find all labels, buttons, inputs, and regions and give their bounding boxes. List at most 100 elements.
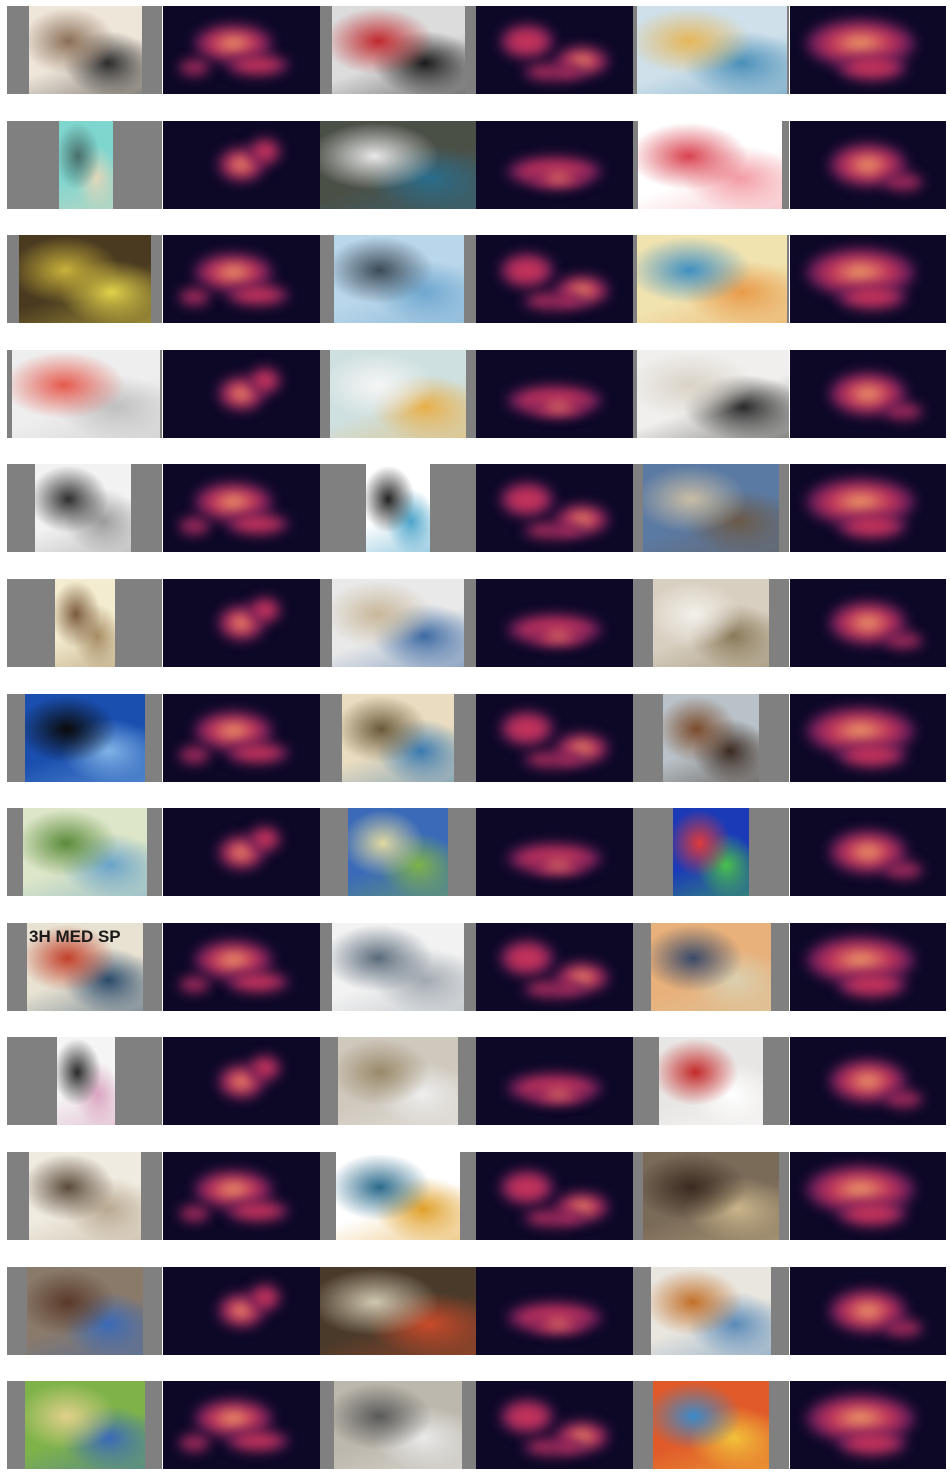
saliency-heatmap [476,235,633,324]
saliency-heatmap [476,6,633,94]
figure-row [0,1037,950,1126]
vintage-car-in-gallery [332,922,464,1011]
saliency-heatmap [790,922,946,1011]
saliency-hotspot [883,173,923,191]
artwork-image-panel [7,349,162,438]
saliency-heatmap [163,6,320,94]
stone-relief-fragment [55,579,115,667]
saliency-hotspot [836,1429,907,1456]
saliency-hotspot [530,1314,586,1333]
saliency-heatmap [790,464,946,553]
surreal-bridge-painting [342,693,454,782]
artwork-image-panel [7,235,162,324]
saliency-hotspot [178,975,211,994]
figure-with-draped-fabric-sculpture [663,693,759,782]
saliency-hotspot [836,1200,907,1227]
birch-forest-with-colors [320,1266,476,1355]
saliency-heatmap [163,1152,320,1240]
saliency-heatmap [790,6,946,94]
saliency-heatmap [790,1381,946,1470]
river-landscape-painting [23,808,147,897]
saliency-hotspot [883,860,923,879]
saliency-heatmap [476,464,633,553]
figure-row [0,1152,950,1240]
artwork-image-panel [633,579,789,667]
tree-sculpture-in-ruin [334,1381,462,1470]
artwork-image-panel [633,922,789,1011]
saliency-hotspot [249,138,281,165]
saliency-heatmap [163,808,320,897]
figure-row: 3H MED SP [0,922,950,1011]
framed-abstract-artwork-on-shelf [29,6,142,94]
white-stakes-with-red-rose [659,1037,763,1126]
saliency-heatmap [163,1381,320,1470]
artwork-image-panel [320,579,476,667]
saliency-hotspot [530,627,586,645]
artwork-image-panel [320,1381,476,1470]
saliency-hotspot [225,283,289,306]
saliency-hotspot [249,825,281,853]
artwork-image-panel [7,808,162,897]
saliency-heatmap [476,1152,633,1240]
saliency-hotspot [249,596,281,623]
artwork-image-panel [7,1037,162,1126]
harbor-sunset-painting [651,922,771,1011]
saliency-heatmap [163,349,320,438]
artwork-image-panel [320,464,476,553]
saliency-hotspot [836,741,907,769]
chickens-still-life [651,1266,771,1355]
artwork-image-panel [633,120,789,209]
hanging-balloon-installation [332,6,465,94]
artwork-image-panel [633,1266,789,1355]
artwork-image-panel [320,1266,476,1355]
saliency-hotspot [523,521,586,540]
figure-row [0,1266,950,1355]
figure-row [0,808,950,897]
artwork-image-panel [7,579,162,667]
saliency-hotspot [530,398,586,416]
artwork-image-panel [7,464,162,553]
saliency-hotspot [883,1090,923,1108]
saliency-heatmap [790,1152,946,1240]
artwork-image-panel [7,1381,162,1470]
saliency-heatmap [790,1037,946,1126]
saliency-hotspot [499,252,555,288]
artwork-image-panel [320,808,476,897]
artwork-image-panel [633,6,789,94]
artwork-image-panel [320,120,476,209]
white-gallery-with-red-artwork [12,349,160,438]
artwork-image-panel [320,693,476,782]
saliency-heatmap [790,693,946,782]
saliency-hotspot [249,1054,281,1082]
artwork-image-panel [633,693,789,782]
artwork-image-panel [633,1152,789,1240]
saliency-hotspot [836,54,907,81]
colorful-cubist-figures [653,1381,769,1470]
black-bird-on-blue-splashes [334,235,464,324]
saliency-hotspot [523,1209,586,1227]
saliency-heatmap [790,579,946,667]
driftwood-on-beach [643,464,779,553]
saliency-hotspot [836,512,907,540]
artwork-image-panel [633,808,789,897]
saliency-hotspot [499,1169,555,1205]
saliency-hotspot [225,1429,289,1452]
saliency-hotspot [883,631,923,650]
indoor-cloud-installation [320,120,476,209]
saliency-heatmap [790,1266,946,1355]
saliency-heatmap [476,693,633,782]
saliency-hotspot [249,1284,281,1311]
artwork-image-panel: 3H MED SP [7,922,162,1011]
figure-row [0,464,950,553]
saliency-hotspot [523,979,586,998]
garden-of-earthly-delights [25,1381,145,1470]
saliency-heatmap [476,1037,633,1126]
floral-eye-artwork [336,1152,460,1240]
saliency-heatmap [163,120,320,209]
saliency-heatmap [476,579,633,667]
pile-of-rocks-installation [332,579,464,667]
saliency-heatmap [476,1381,633,1470]
saliency-hotspot [178,1433,211,1452]
saliency-hotspot [499,940,555,976]
saliency-hotspot [225,741,289,764]
